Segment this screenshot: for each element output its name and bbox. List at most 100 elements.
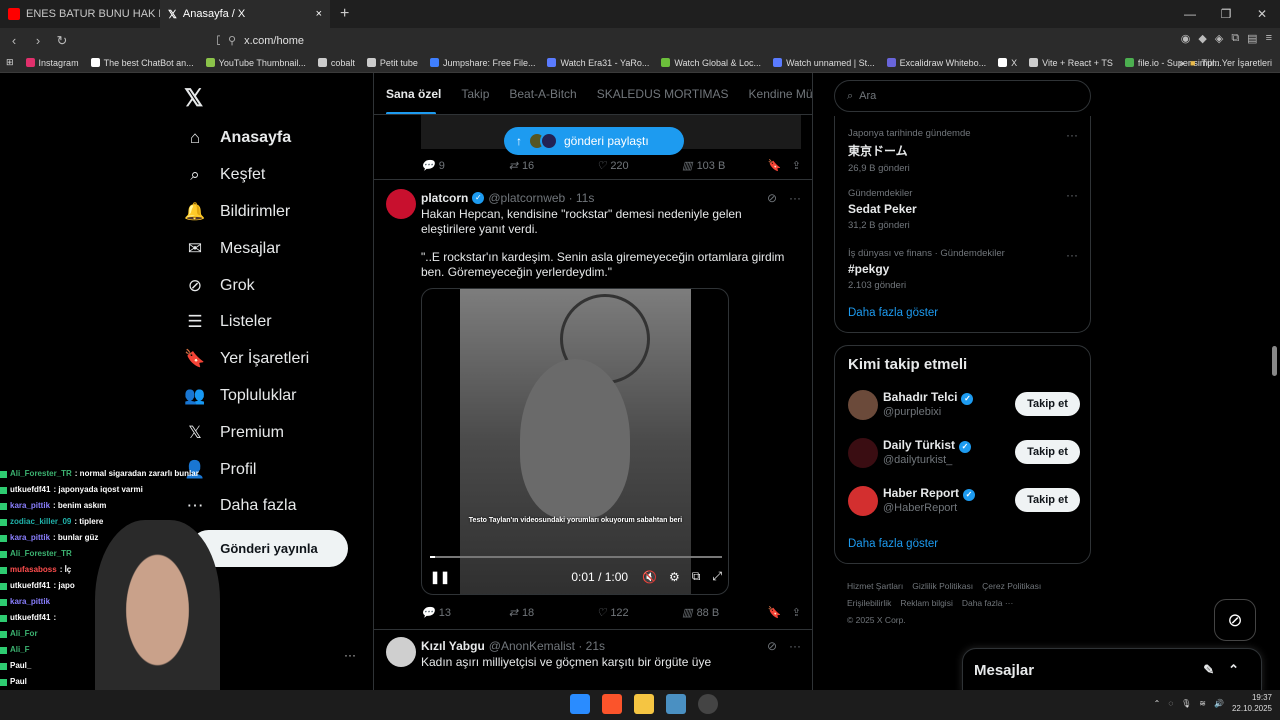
chat-username[interactable]: Ali_Forester_TR — [10, 546, 72, 562]
bookmark-item[interactable]: The best ChatBot an... — [85, 58, 200, 68]
footer-link[interactable]: Daha fazla ··· — [962, 598, 1014, 608]
messages-drawer[interactable]: Mesajlar ✎ ⌃ — [962, 648, 1262, 692]
taskbar-clock[interactable]: 19:37 22.10.2025 — [1232, 692, 1272, 714]
pip-icon[interactable]: ⧉ — [692, 569, 701, 584]
fullscreen-icon[interactable]: ⤢ — [712, 569, 722, 584]
show-more-follow-link[interactable]: Daha fazla göster — [848, 538, 938, 550]
trend-item[interactable]: Gündemdekiler Sedat Peker 31,2 B gönderi ··… — [848, 188, 1078, 231]
x-logo-icon[interactable]: 𝕏 — [184, 84, 203, 113]
footer-link[interactable]: Hizmet Şartları — [847, 581, 903, 591]
grok-icon[interactable]: ⊘ — [767, 191, 777, 205]
reply-button[interactable]: 💬 13 — [421, 606, 509, 620]
sidebar-icon[interactable]: ▤ — [1247, 32, 1257, 45]
share-icon[interactable]: ⇪ — [792, 606, 801, 619]
browser-tab-x[interactable]: 𝕏 Anasayfa / X × — [160, 0, 330, 28]
maximize-button[interactable]: ❐ — [1208, 7, 1244, 21]
bookmark-item[interactable]: Watch unnamed | St... — [767, 58, 881, 68]
chat-username[interactable]: utkuefdf41 — [10, 578, 50, 594]
nav-item-bildirimler[interactable]: 🔔 Bildirimler — [184, 194, 309, 231]
nav-item-topluluklar[interactable]: 👥 Topluluklar — [184, 378, 309, 415]
suggestion-handle[interactable]: @HaberReport — [883, 502, 957, 514]
new-posts-pill[interactable]: ↑ gönderi paylaştı — [504, 127, 684, 155]
network-icon[interactable]: ◌ — [1168, 699, 1173, 708]
avatar[interactable] — [848, 390, 878, 420]
show-more-trends-link[interactable]: Daha fazla göster — [848, 307, 938, 319]
bookmarks-overflow-button[interactable]: » — [1179, 58, 1184, 68]
avatar[interactable] — [386, 189, 416, 219]
bookmark-icon[interactable]: 🔖 — [768, 606, 792, 619]
wifi-icon[interactable]: ≋ — [1199, 699, 1206, 708]
site-info-icon[interactable]: ⚲ — [228, 34, 236, 47]
chat-username[interactable]: Ali_Forester_TR — [10, 466, 72, 482]
all-bookmarks-button[interactable]: Tüm Yer İşaretleri — [1201, 58, 1272, 68]
new-message-icon[interactable]: ✎ — [1203, 662, 1214, 678]
like-button[interactable]: ♡ 220 — [596, 159, 682, 173]
views-button[interactable]: ▥ 88 B — [682, 606, 768, 620]
chat-username[interactable]: utkuefdf41 — [10, 610, 50, 626]
timeline-tab[interactable]: Beat-A-Bitch — [509, 87, 576, 101]
extension-icon[interactable]: ◆ — [1198, 32, 1206, 45]
search-input[interactable]: ⌕ Ara — [834, 80, 1091, 112]
bookmark-item[interactable]: Jumpshare: Free File... — [424, 58, 542, 68]
address-bar[interactable]: ⚲ x.com/home — [220, 30, 940, 51]
video-progress-bar[interactable] — [430, 556, 722, 558]
repost-button[interactable]: ⇄ 16 — [509, 159, 597, 173]
nav-item-ke-fet[interactable]: ⌕ Keşfet — [184, 157, 309, 194]
timeline-tab[interactable]: Takip — [461, 87, 489, 101]
suggestion-name[interactable]: Daily Türkist ✓ — [883, 438, 972, 453]
close-window-button[interactable]: ✕ — [1244, 7, 1280, 21]
chat-username[interactable]: kara_pittik — [10, 498, 50, 514]
chat-username[interactable]: zodiac_killer_09 — [10, 514, 71, 530]
reply-button[interactable]: 💬 9 — [421, 159, 509, 173]
timeline-tab[interactable]: Kendine Müz — [749, 87, 812, 101]
file-explorer-icon[interactable] — [634, 694, 654, 714]
minimize-button[interactable]: — — [1172, 7, 1208, 21]
avatar[interactable] — [848, 486, 878, 516]
chat-username[interactable]: Paul_ — [10, 658, 31, 674]
bookmark-item[interactable]: cobalt — [312, 58, 361, 68]
bookmark-item[interactable]: Watch Era31 - YaRo... — [541, 58, 655, 68]
follow-button[interactable]: Takip et — [1015, 440, 1080, 464]
footer-link[interactable]: Çerez Politikası — [982, 581, 1041, 591]
app-icon[interactable] — [666, 694, 686, 714]
more-options-icon[interactable]: ··· — [1066, 128, 1078, 142]
chat-username[interactable]: Ali_For — [10, 626, 38, 642]
views-button[interactable]: ▥ 103 B — [682, 159, 768, 173]
bookmark-item[interactable]: Instagram — [20, 58, 85, 68]
timeline-tab[interactable]: Sana özel — [386, 87, 441, 114]
pause-icon[interactable]: ❚❚ — [430, 570, 450, 584]
avatar[interactable] — [848, 438, 878, 468]
suggestion-name[interactable]: Bahadır Telci ✓ — [883, 390, 974, 405]
author-name[interactable]: platcorn — [421, 191, 468, 205]
follow-suggestion[interactable]: Haber Report ✓ @HaberReport Takip et — [848, 486, 1080, 518]
repost-button[interactable]: ⇄ 18 — [509, 606, 597, 620]
mute-icon[interactable]: 🔇 — [642, 570, 657, 584]
extension-icon[interactable]: ◈ — [1215, 32, 1223, 45]
chat-username[interactable]: kara_pittik — [10, 594, 50, 610]
author-name[interactable]: Kızıl Yabgu — [421, 639, 485, 653]
bookmark-item[interactable]: YouTube Thumbnail... — [200, 58, 312, 68]
author-handle[interactable]: @AnonKemalist · 21s — [489, 639, 605, 653]
back-icon[interactable]: ‹ — [4, 33, 24, 48]
timeline-tab[interactable]: SKALEDUS MORTIMAS — [597, 87, 729, 101]
browser-tab-youtube[interactable]: ENES BATUR BUNU HAK ETMEDİ - Yo — [0, 0, 160, 28]
nav-item-mesajlar[interactable]: ✉ Mesajlar — [184, 230, 309, 267]
forward-icon[interactable]: › — [28, 33, 48, 48]
suggestion-handle[interactable]: @purplebixi — [883, 406, 941, 418]
follow-suggestion[interactable]: Bahadır Telci ✓ @purplebixi Takip et — [848, 390, 1080, 422]
follow-suggestion[interactable]: Daily Türkist ✓ @dailyturkist_ Takip et — [848, 438, 1080, 470]
trend-item[interactable]: İş dünyası ve finans · Gündemdekiler #pek… — [848, 248, 1078, 291]
apps-grid-icon[interactable]: ⊞ — [0, 57, 20, 68]
menu-icon[interactable]: ≡ — [1266, 32, 1272, 45]
more-options-icon[interactable]: ··· — [789, 639, 801, 653]
bookmark-item[interactable]: Petit tube — [361, 58, 424, 68]
suggestion-name[interactable]: Haber Report ✓ — [883, 486, 976, 501]
scrollbar[interactable] — [1272, 346, 1277, 376]
nav-item-grok[interactable]: ⊘ Grok — [184, 267, 309, 304]
follow-button[interactable]: Takip et — [1015, 488, 1080, 512]
follow-button[interactable]: Takip et — [1015, 392, 1080, 416]
more-options-icon[interactable]: ··· — [1066, 248, 1078, 262]
avatar[interactable] — [386, 637, 416, 667]
grok-floating-button[interactable]: ⊘ — [1214, 599, 1256, 641]
grok-icon[interactable]: ⊘ — [767, 639, 777, 653]
